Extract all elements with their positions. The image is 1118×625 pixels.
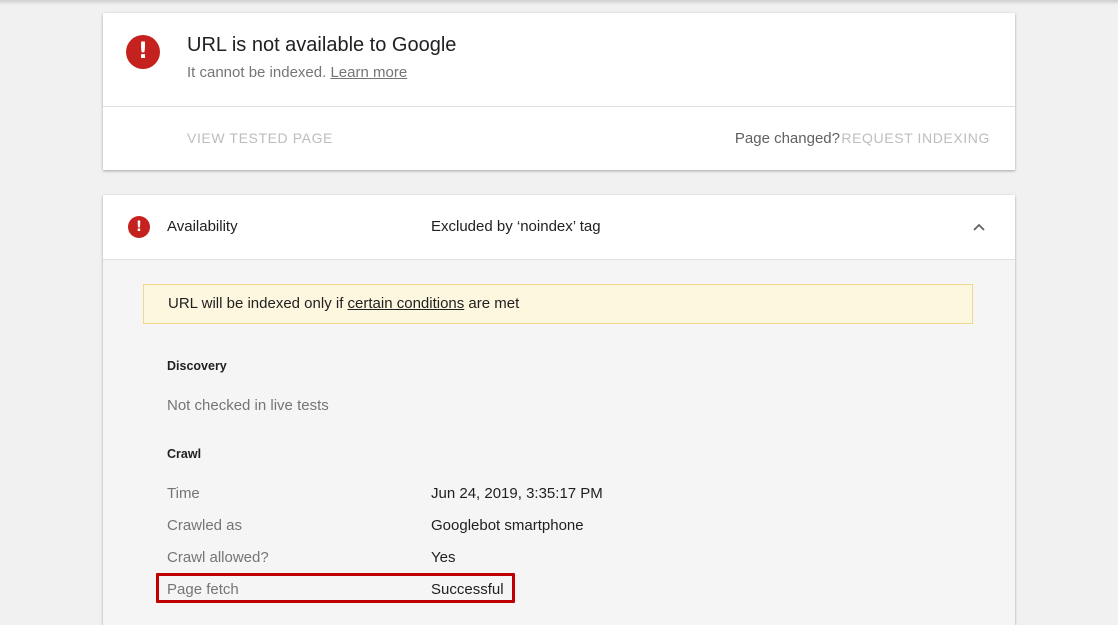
crawled-as-value: Googlebot smartphone [431, 517, 584, 534]
request-indexing-button[interactable]: REQUEST INDEXING [841, 130, 990, 146]
error-icon: ! [128, 216, 150, 238]
crawl-time-label: Time [167, 485, 200, 502]
crawl-heading: Crawl [167, 447, 202, 461]
crawl-allowed-label: Crawl allowed? [167, 549, 269, 566]
discovery-note: Not checked in live tests [167, 397, 329, 414]
error-icon: ! [126, 35, 160, 69]
page-fetch-highlight [156, 573, 515, 603]
chevron-up-icon[interactable] [971, 219, 987, 235]
banner-prefix: URL will be indexed only if [168, 295, 348, 312]
status-subtitle-text: It cannot be indexed. [187, 64, 327, 81]
status-title: URL is not available to Google [187, 34, 457, 56]
top-shadow [0, 0, 1118, 5]
availability-header[interactable]: ! Availability Excluded by ‘noindex’ tag [103, 195, 1015, 259]
crawl-time-value: Jun 24, 2019, 3:35:17 PM [431, 485, 603, 502]
view-tested-page-button[interactable]: VIEW TESTED PAGE [187, 130, 333, 146]
learn-more-link[interactable]: Learn more [330, 64, 407, 81]
availability-card: ! Availability Excluded by ‘noindex’ tag… [103, 195, 1015, 625]
divider [103, 106, 1015, 107]
conditions-banner: URL will be indexed only if certain cond… [143, 284, 973, 324]
status-card: ! URL is not available to Google It cann… [103, 13, 1015, 170]
page-changed-label: Page changed? [734, 130, 840, 147]
status-subtitle: It cannot be indexed. Learn more [187, 64, 407, 81]
crawl-allowed-value: Yes [431, 549, 456, 566]
certain-conditions-link[interactable]: certain conditions [348, 295, 465, 312]
availability-label: Availability [167, 218, 238, 235]
crawled-as-label: Crawled as [167, 517, 243, 534]
availability-value: Excluded by ‘noindex’ tag [431, 218, 601, 235]
banner-suffix: are met [464, 295, 520, 312]
discovery-heading: Discovery [167, 359, 227, 373]
availability-details: URL will be indexed only if certain cond… [103, 260, 1015, 625]
